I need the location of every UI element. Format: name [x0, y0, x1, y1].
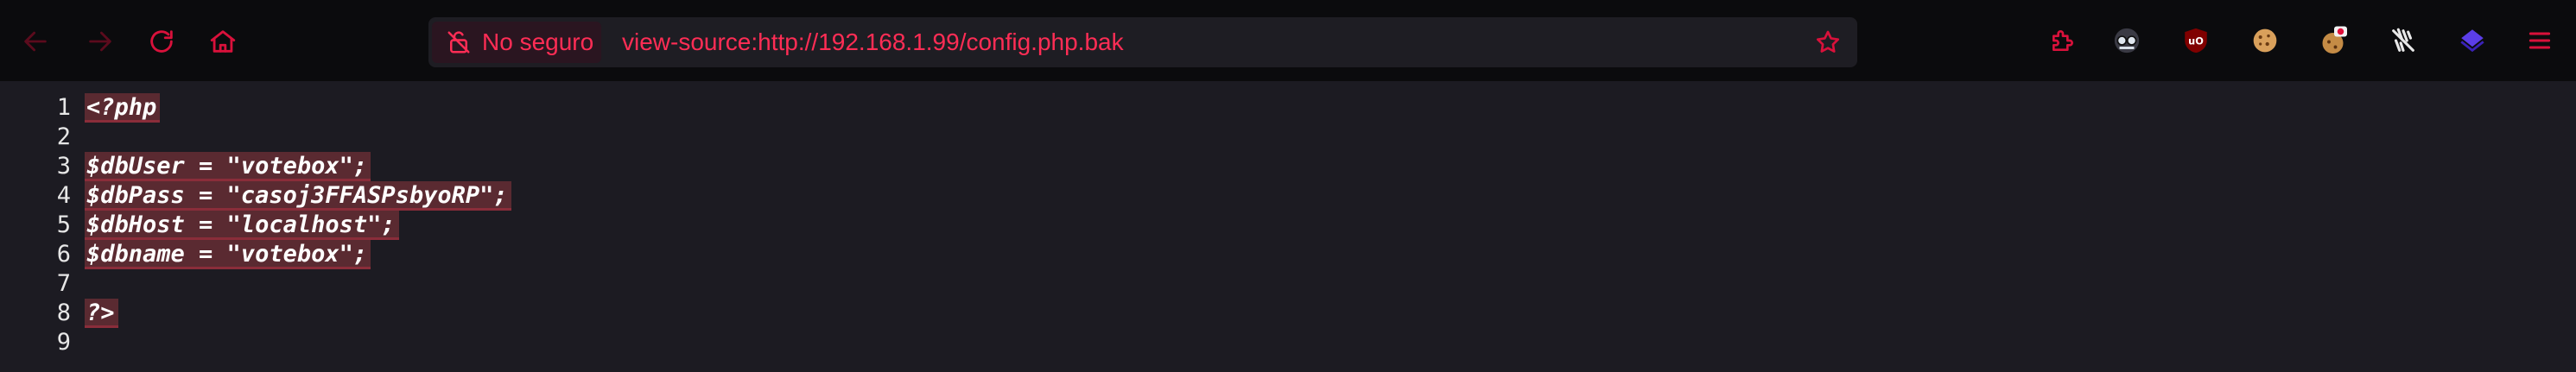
line-code: $dbname = "votebox";	[85, 240, 371, 269]
cookie-editor-button[interactable]	[2317, 23, 2351, 58]
line-number: 8	[56, 299, 71, 326]
reload-button[interactable]	[143, 23, 180, 60]
home-button[interactable]	[205, 23, 241, 60]
security-label: No seguro	[482, 28, 594, 55]
foxyproxy-icon	[2460, 29, 2484, 53]
extensions-button[interactable]	[2046, 23, 2080, 58]
source-line: 9	[0, 328, 2576, 357]
line-code: ?>	[85, 299, 118, 328]
home-icon	[210, 30, 236, 53]
extensions-puzzle-icon	[2053, 30, 2073, 51]
cookie-editor-icon	[2322, 26, 2347, 54]
line-code: $dbUser = "votebox";	[85, 152, 371, 181]
source-line: 1 <?php	[0, 93, 2576, 123]
security-indicator[interactable]: No seguro	[432, 22, 601, 63]
bookmark-button[interactable]	[1811, 25, 1845, 60]
url-bar[interactable]: No seguro view-source:http://192.168.1.9…	[428, 17, 1857, 67]
menu-icon	[2528, 32, 2551, 49]
view-source-content: 1 <?php 2 3 $dbUser = "votebox"; 4 $dbPa…	[0, 81, 2576, 372]
line-number: 3	[56, 153, 71, 180]
app-menu-button[interactable]	[2522, 23, 2557, 58]
source-line: 8 ?>	[0, 299, 2576, 328]
forward-button[interactable]	[82, 23, 118, 60]
foxyproxy-button[interactable]	[2455, 23, 2490, 58]
url-text[interactable]: view-source:http://192.168.1.99/config.p…	[622, 17, 1124, 67]
line-number: 7	[56, 270, 71, 297]
source-line: 3 $dbUser = "votebox";	[0, 152, 2576, 181]
source-line: 5 $dbHost = "localhost";	[0, 211, 2576, 240]
reload-icon	[150, 30, 173, 53]
source-line: 4 $dbPass = "casoj3FFASPsbyoRP";	[0, 181, 2576, 211]
line-number: 2	[56, 123, 71, 150]
source-line: 7	[0, 269, 2576, 299]
cookie-button[interactable]	[2248, 23, 2282, 58]
wappalyzer-button[interactable]	[2386, 23, 2421, 58]
line-number: 4	[56, 182, 71, 209]
arrow-left-icon	[24, 31, 47, 52]
ublock-button[interactable]: uO	[2179, 23, 2213, 58]
ublock-origin-icon: uO	[2185, 28, 2207, 54]
line-number: 9	[56, 329, 71, 356]
spy-extension-button[interactable]	[2110, 23, 2144, 58]
line-number: 5	[56, 211, 71, 238]
star-icon	[1816, 30, 1840, 53]
back-button[interactable]	[17, 23, 54, 60]
line-code: <?php	[85, 93, 161, 123]
line-number: 6	[56, 241, 71, 268]
insecure-lock-icon	[446, 29, 472, 55]
line-code: $dbHost = "localhost";	[85, 211, 399, 240]
source-line: 2	[0, 123, 2576, 152]
svg-text:uO: uO	[2188, 35, 2204, 47]
source-line: 6 $dbname = "votebox";	[0, 240, 2576, 269]
line-code: $dbPass = "casoj3FFASPsbyoRP";	[85, 181, 511, 211]
browser-toolbar: No seguro view-source:http://192.168.1.9…	[0, 0, 2576, 82]
spy-glasses-icon	[2114, 28, 2140, 54]
cookie-icon	[2253, 28, 2277, 53]
wappalyzer-icon	[2392, 28, 2414, 52]
arrow-right-icon	[89, 31, 111, 52]
line-number: 1	[56, 94, 71, 121]
